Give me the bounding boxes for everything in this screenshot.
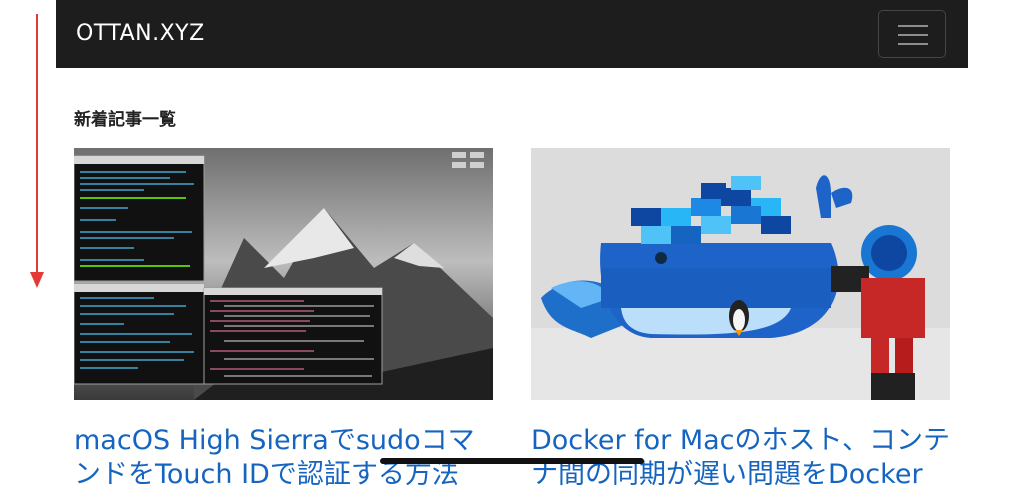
menu-toggle-button[interactable] — [878, 10, 946, 58]
article-thumbnail-1[interactable] — [74, 148, 493, 400]
scroll-down-arrow-icon — [30, 14, 44, 288]
section-title: 新着記事一覧 — [74, 110, 176, 130]
site-brand-link[interactable]: OTTAN.XYZ — [76, 0, 205, 68]
top-navbar: OTTAN.XYZ — [56, 0, 968, 68]
home-indicator-bar[interactable] — [380, 458, 644, 464]
article-thumbnail-2[interactable] — [531, 148, 950, 400]
